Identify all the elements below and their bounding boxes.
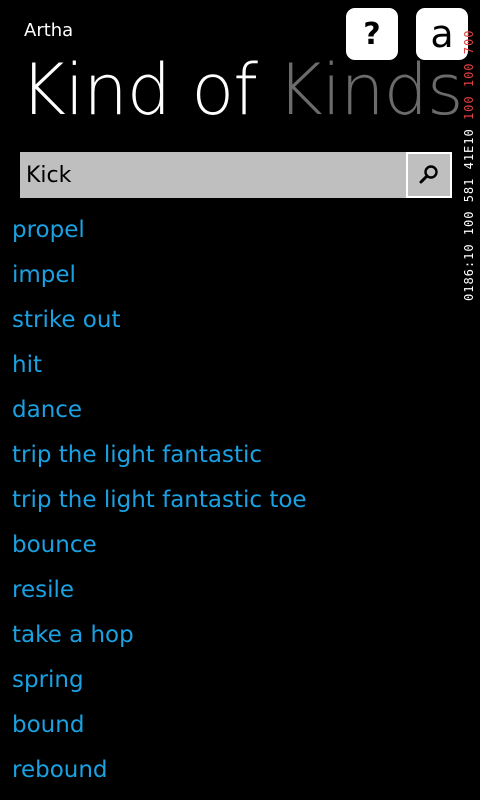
- result-item[interactable]: take a hop: [12, 613, 307, 658]
- search-input[interactable]: [20, 152, 406, 198]
- result-item[interactable]: dance: [12, 388, 307, 433]
- result-item[interactable]: resile: [12, 568, 307, 613]
- result-item[interactable]: bounce: [12, 523, 307, 568]
- result-item[interactable]: bound: [12, 703, 307, 748]
- result-item[interactable]: rebound: [12, 748, 307, 793]
- result-item[interactable]: strike out: [12, 298, 307, 343]
- result-item[interactable]: hit: [12, 343, 307, 388]
- alphabet-button[interactable]: a: [416, 8, 468, 60]
- memory-counter: 0186:10 100 581 41E10 100 100 700: [462, 30, 480, 390]
- result-item[interactable]: trip the light fantastic toe: [12, 478, 307, 523]
- result-item[interactable]: impel: [12, 253, 307, 298]
- pivot-item-kind-of[interactable]: Kind of: [20, 49, 258, 131]
- results-list: propel impel strike out hit dance trip t…: [12, 208, 307, 793]
- search-box: [20, 152, 406, 198]
- result-item[interactable]: propel: [12, 208, 307, 253]
- result-item[interactable]: trip the light fantastic: [12, 433, 307, 478]
- memory-counter-primary: 0186:10 100 581 41E10: [462, 128, 476, 302]
- result-item[interactable]: spring: [12, 658, 307, 703]
- search-button[interactable]: [406, 152, 452, 198]
- pivot-header: Kind ofKinds I: [20, 48, 480, 132]
- memory-counter-secondary: 100 100 700: [462, 30, 476, 121]
- pivot-item-kinds[interactable]: Kinds I: [277, 49, 480, 131]
- search-icon: [419, 165, 438, 184]
- help-label: ?: [363, 16, 381, 52]
- help-button[interactable]: ?: [346, 8, 398, 60]
- alphabet-label: a: [430, 12, 454, 56]
- app-title: Artha: [24, 20, 74, 41]
